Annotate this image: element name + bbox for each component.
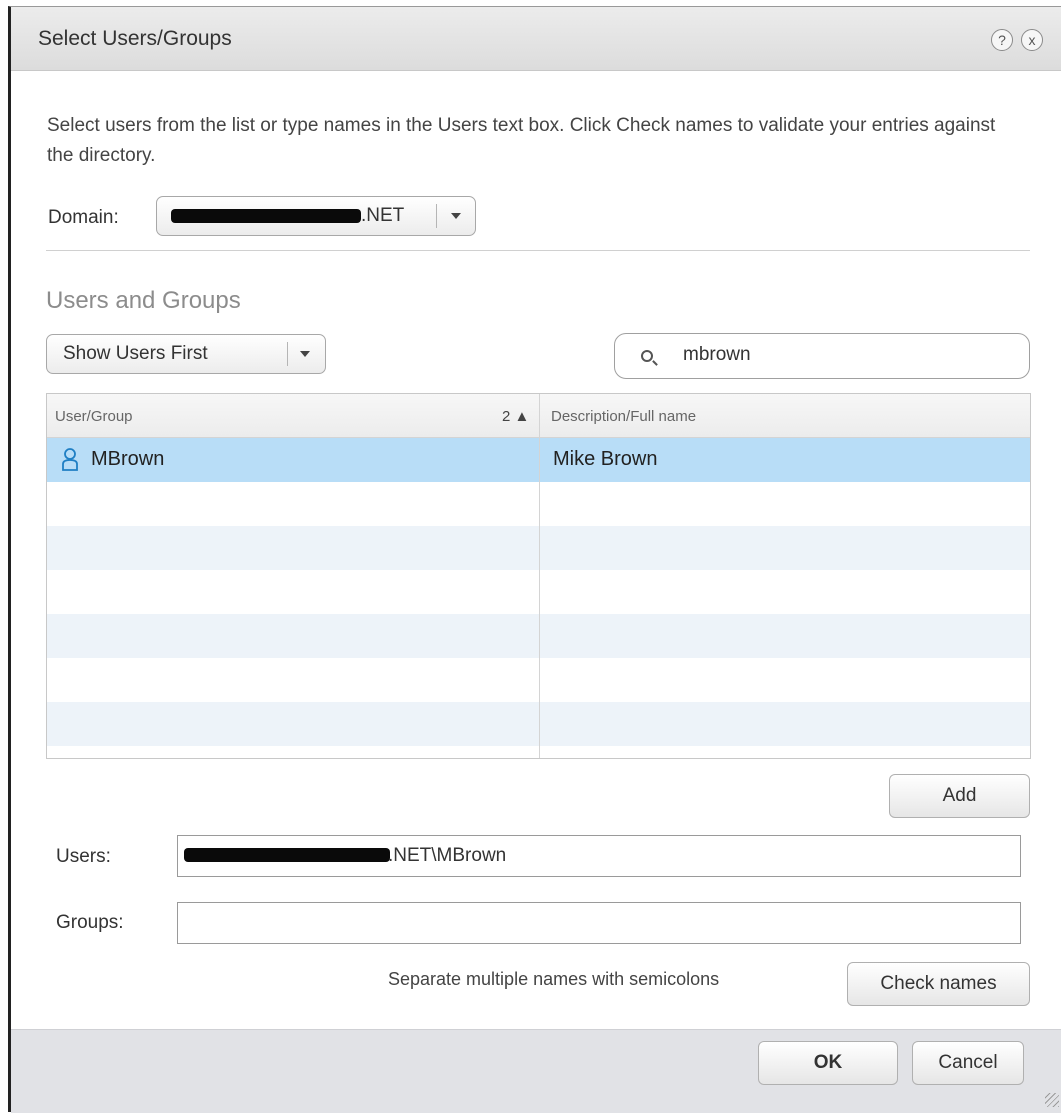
select-users-groups-dialog: Select Users/Groups ? x Select users fro… <box>8 6 1061 1113</box>
users-field-value: .NET\MBrown <box>388 845 507 866</box>
search-input[interactable]: mbrown <box>614 333 1030 379</box>
section-title: Users and Groups <box>46 287 241 314</box>
domain-label: Domain: <box>48 207 119 228</box>
column-divider[interactable] <box>539 394 540 758</box>
chevron-down-icon <box>300 351 310 357</box>
column-header-user-group[interactable]: User/Group <box>55 408 133 425</box>
instructions-text: Select users from the list or type names… <box>47 115 996 166</box>
select-divider <box>436 204 437 228</box>
groups-label: Groups: <box>56 912 124 933</box>
column-header-description[interactable]: Description/Full name <box>551 408 696 425</box>
dialog-footer <box>11 1029 1061 1113</box>
chevron-down-icon <box>451 213 461 219</box>
filter-select-value: Show Users First <box>63 343 208 364</box>
sort-ascending-icon[interactable]: 2 ▲ <box>502 408 529 425</box>
cancel-button[interactable]: Cancel <box>912 1041 1024 1085</box>
separator-hint: Separate multiple names with semicolons <box>388 969 720 989</box>
add-button[interactable]: Add <box>889 774 1030 818</box>
description-cell: Mike Brown <box>553 448 658 470</box>
user-icon <box>62 448 78 471</box>
close-icon[interactable]: x <box>1021 29 1043 51</box>
show-users-first-select[interactable]: Show Users First <box>46 334 326 374</box>
check-names-button[interactable]: Check names <box>847 962 1030 1006</box>
groups-field[interactable] <box>177 902 1021 944</box>
domain-select[interactable]: .NET <box>156 196 476 236</box>
search-value: mbrown <box>683 344 751 365</box>
help-icon[interactable]: ? <box>991 29 1013 51</box>
domain-select-value: .NET <box>361 205 405 226</box>
users-label: Users: <box>56 846 111 867</box>
ok-button[interactable]: OK <box>758 1041 898 1085</box>
resize-grip-icon[interactable] <box>1045 1093 1059 1107</box>
users-field[interactable]: .NET\MBrown <box>177 835 1021 877</box>
divider <box>46 250 1030 251</box>
search-icon <box>641 350 653 362</box>
redacted-domain-name <box>171 209 361 223</box>
title-bar: Select Users/Groups ? x <box>11 7 1061 71</box>
user-group-cell: MBrown <box>91 448 165 470</box>
dialog-title: Select Users/Groups <box>38 27 232 50</box>
select-divider <box>287 342 288 366</box>
redacted-domain-name <box>184 848 390 862</box>
users-groups-table: User/Group 2 ▲ Description/Full name MBr… <box>46 393 1031 759</box>
